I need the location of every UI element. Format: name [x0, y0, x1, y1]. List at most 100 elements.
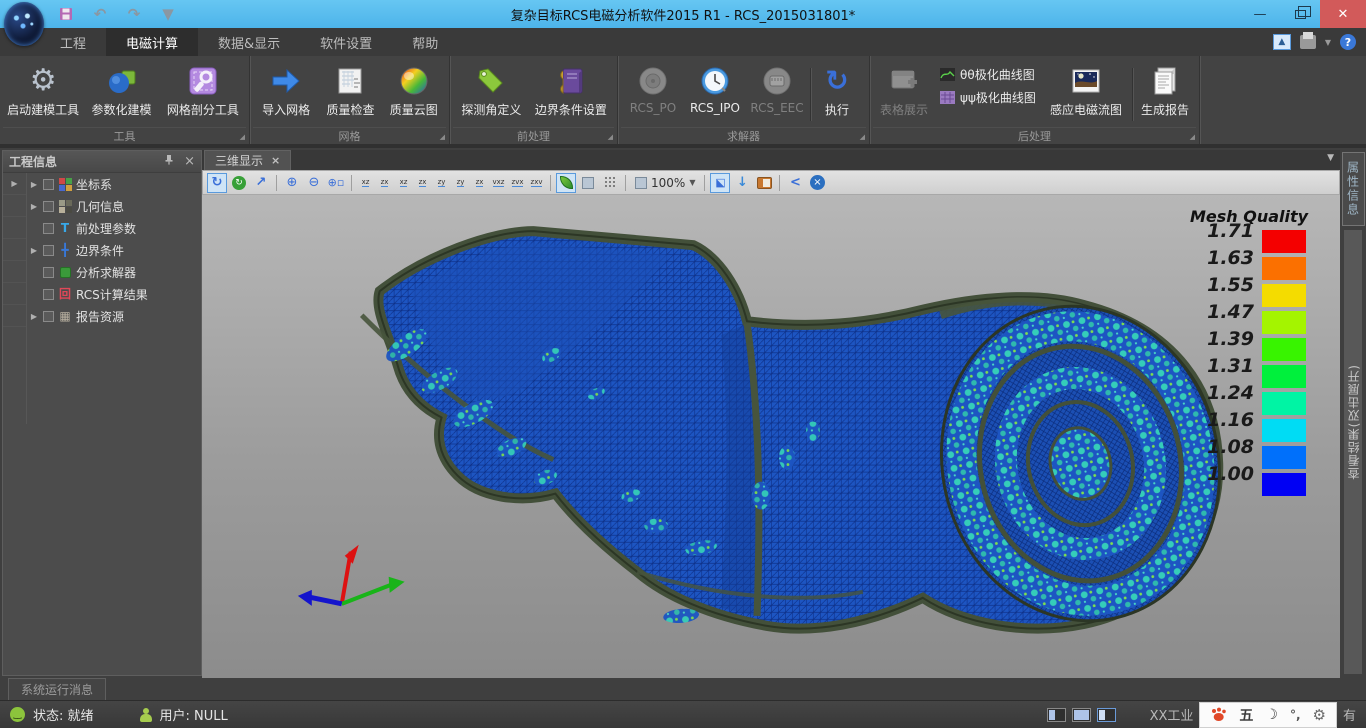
expand-icon[interactable]: ▶	[29, 202, 39, 211]
psi-polarization-curve-button[interactable]: ψψ极化曲线图	[940, 89, 1036, 106]
restore-button[interactable]	[1280, 0, 1320, 28]
view-axis-button[interactable]: zx	[471, 174, 488, 192]
tab-data-display[interactable]: 数据&显示	[198, 28, 300, 56]
quick-access-dropdown-icon[interactable]: ▼	[158, 4, 178, 24]
rotate-view-icon[interactable]: ↻	[207, 173, 227, 193]
checkbox[interactable]	[43, 201, 54, 212]
generate-report-button[interactable]: 生成报告	[1135, 62, 1195, 118]
shaded-render-icon[interactable]	[556, 173, 576, 193]
tab-em-computation[interactable]: 电磁计算	[106, 28, 198, 56]
group-expand-icon[interactable]: ◢	[440, 133, 445, 141]
snapshot-folder-icon[interactable]	[754, 173, 774, 193]
share-icon[interactable]: <	[785, 173, 805, 193]
quality-cloud-button[interactable]: 质量云图	[383, 62, 445, 118]
save-icon[interactable]	[56, 4, 76, 24]
minimize-button[interactable]: —	[1240, 0, 1280, 28]
zoom-dropdown-icon[interactable]: ▼	[689, 178, 695, 187]
view-axis-button[interactable]: zx	[376, 174, 393, 192]
redo-icon[interactable]: ↷	[124, 4, 144, 24]
zoom-in-icon[interactable]: ⊕	[282, 173, 302, 193]
ime-mode-label[interactable]: 五	[1239, 705, 1253, 725]
checkbox[interactable]	[43, 179, 54, 190]
checkbox[interactable]	[43, 311, 54, 322]
tree-item-coordinate-system[interactable]: ▶ 坐标系	[27, 173, 201, 195]
tree-item-boundary-condition[interactable]: ▶ ╋ 边界条件	[27, 239, 201, 261]
theta-polarization-curve-button[interactable]: θθ极化曲线图	[940, 66, 1036, 83]
zoom-fit-icon[interactable]: ⊕▫	[326, 173, 346, 193]
boundary-settings-button[interactable]: 边界条件设置	[529, 62, 613, 118]
flat-render-icon[interactable]	[578, 173, 598, 193]
import-mesh-button[interactable]: 导入网格	[254, 62, 318, 118]
printer-icon[interactable]	[1300, 35, 1316, 49]
results-collapsed-strip[interactable]: 查看结果(双击展开)	[1344, 230, 1362, 674]
view-axis-button[interactable]: xz	[395, 174, 412, 192]
ime-fullhalf-moon-icon[interactable]: ☽	[1265, 707, 1278, 723]
layout-both-panels-icon[interactable]	[1072, 708, 1091, 722]
zoom-level-combo[interactable]: 100% ▼	[631, 176, 699, 190]
layout-right-panel-icon[interactable]	[1097, 708, 1116, 722]
printer-dropdown-icon[interactable]: ▼	[1325, 38, 1331, 47]
tab-close-icon[interactable]: ×	[271, 154, 280, 167]
parametric-modeling-button[interactable]: 参数化建模	[82, 62, 160, 118]
undo-icon[interactable]: ↶	[90, 4, 110, 24]
group-expand-icon[interactable]: ◢	[1190, 133, 1195, 141]
tree-item-analysis-solver[interactable]: 分析求解器	[27, 261, 201, 283]
tab-list-dropdown-icon[interactable]: ▼	[1327, 153, 1334, 163]
app-logo-icon[interactable]	[4, 2, 44, 46]
solver-rcs-eec-button[interactable]: RCS_EEC	[746, 62, 808, 115]
close-button[interactable]: ✕	[1320, 0, 1366, 28]
tab-3d-display[interactable]: 三维显示 ×	[204, 150, 291, 170]
solver-rcs-po-button[interactable]: RCS_PO	[622, 62, 684, 115]
view-axis-button[interactable]: vxz	[490, 174, 507, 192]
tree-item-rcs-results[interactable]: 回 RCS计算结果	[27, 283, 201, 305]
tab-project[interactable]: 工程	[40, 28, 106, 56]
expand-icon[interactable]: ▶	[29, 312, 39, 321]
expand-icon[interactable]: ▶	[29, 246, 39, 255]
tree-root-expander-icon[interactable]: ▶	[3, 173, 26, 195]
tree-item-geometry-info[interactable]: ▶ 几何信息	[27, 195, 201, 217]
ime-brand-paw-icon[interactable]	[1210, 707, 1227, 722]
system-message-tab[interactable]: 系统运行消息	[8, 678, 106, 701]
tab-software-settings[interactable]: 软件设置	[300, 28, 392, 56]
pan-icon[interactable]: ↗	[251, 173, 271, 193]
execute-button[interactable]: ↻ 执行	[813, 62, 861, 118]
view-axis-button[interactable]: zy	[452, 174, 469, 192]
collapse-ribbon-icon[interactable]: ▲	[1273, 34, 1291, 50]
wireframe-render-icon[interactable]	[600, 173, 620, 193]
view-axis-button[interactable]: xz	[357, 174, 374, 192]
checkbox[interactable]	[43, 267, 54, 278]
view-axis-button[interactable]: zy	[433, 174, 450, 192]
view-axis-button[interactable]: zxv	[528, 174, 545, 192]
tree-item-report-resource[interactable]: ▶ ▦ 报告资源	[27, 305, 201, 327]
help-icon[interactable]: ?	[1340, 34, 1356, 50]
checkbox[interactable]	[43, 223, 54, 234]
property-info-tab[interactable]: 属性信息	[1342, 152, 1365, 226]
view-axis-button[interactable]: zvx	[509, 174, 526, 192]
probe-angle-button[interactable]: 探测角定义	[454, 62, 529, 118]
viewport-3d[interactable]: Mesh Quality 1.71 1.63 1.55 1.47 1.39 1.…	[202, 195, 1340, 678]
ime-settings-gear-icon[interactable]: ⚙	[1313, 706, 1326, 724]
layout-left-panel-icon[interactable]	[1047, 708, 1066, 722]
group-expand-icon[interactable]: ◢	[860, 133, 865, 141]
panel-close-icon[interactable]: ×	[184, 154, 195, 169]
tree-item-preprocess-params[interactable]: T 前处理参数	[27, 217, 201, 239]
checkbox[interactable]	[43, 245, 54, 256]
checkbox[interactable]	[43, 289, 54, 300]
zoom-out-icon[interactable]: ⊖	[304, 173, 324, 193]
mesh-partition-tool-button[interactable]: 网格剖分工具	[161, 62, 245, 118]
induced-em-current-button[interactable]: 感应电磁流图	[1042, 62, 1130, 118]
select-region-icon[interactable]: ⬕	[710, 173, 730, 193]
group-expand-icon[interactable]: ◢	[240, 133, 245, 141]
group-expand-icon[interactable]: ◢	[608, 133, 613, 141]
view-axis-button[interactable]: zx	[414, 174, 431, 192]
quality-check-button[interactable]: 质量检查	[318, 62, 382, 118]
ime-punctuation-icon[interactable]: °,	[1290, 708, 1301, 722]
close-view-icon[interactable]: ×	[807, 173, 827, 193]
tab-help[interactable]: 帮助	[392, 28, 458, 56]
expand-icon[interactable]: ▶	[29, 180, 39, 189]
table-display-button[interactable]: 表格展示	[874, 62, 934, 118]
solver-rcs-ipo-button[interactable]: RCS_IPO	[684, 62, 746, 115]
orbit-icon[interactable]: ↻	[229, 173, 249, 193]
download-view-icon[interactable]: ↓	[732, 173, 752, 193]
launch-modeling-tool-button[interactable]: ⚙ 启动建模工具	[4, 62, 82, 118]
